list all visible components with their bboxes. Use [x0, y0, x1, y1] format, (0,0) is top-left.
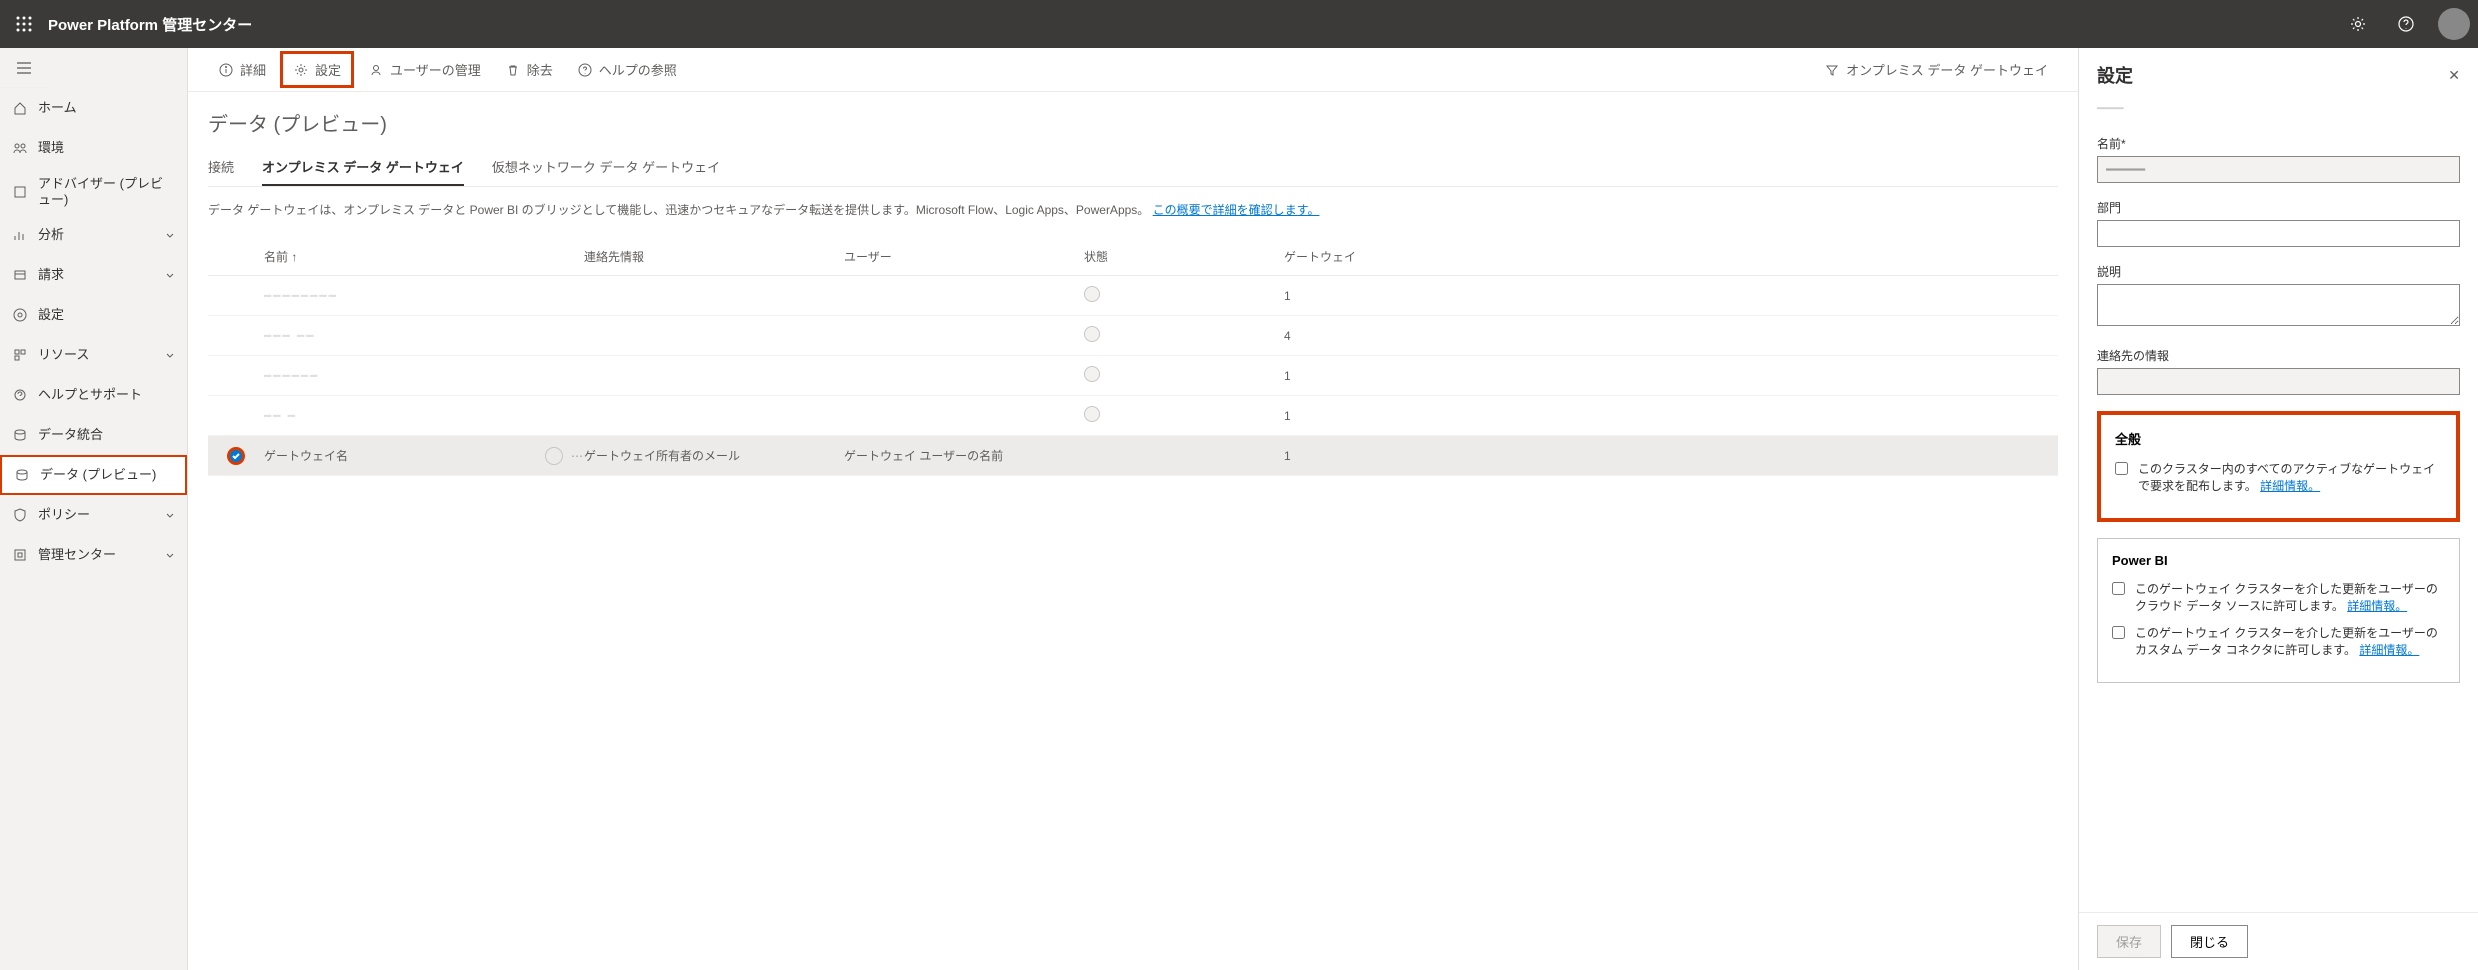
overview-link[interactable]: この概要で詳細を確認します。 [1153, 203, 1320, 217]
main-content: 詳細 設定 ユーザーの管理 除去 ヘルプの参照 オンプレミス デ [188, 48, 2078, 970]
command-bar: 詳細 設定 ユーザーの管理 除去 ヘルプの参照 オンプレミス デ [188, 48, 2078, 92]
sidebar-item-analytics[interactable]: 分析 [0, 215, 187, 255]
help-icon[interactable] [2390, 8, 2422, 40]
state-icon [1084, 406, 1100, 422]
row-selected-icon[interactable] [227, 447, 245, 465]
sidebar-item-admin-centers[interactable]: 管理センター [0, 535, 187, 575]
policy-icon [12, 507, 28, 523]
name-label: 名前* [2097, 135, 2460, 152]
powerbi-section: Power BI このゲートウェイ クラスターを介した更新をユーザーのクラウド … [2097, 538, 2460, 683]
gear-icon [293, 62, 309, 78]
cmd-remove[interactable]: 除去 [495, 54, 563, 85]
table-row[interactable]: ━━ ━ 1 [208, 396, 2058, 436]
filter-icon [1824, 62, 1840, 78]
dept-field[interactable] [2097, 220, 2460, 247]
support-icon [12, 387, 28, 403]
chevron-down-icon [165, 548, 175, 563]
dept-label: 部門 [2097, 199, 2460, 216]
state-icon [1084, 286, 1100, 302]
col-gateway[interactable]: ゲートウェイ [1284, 248, 2058, 265]
gear-icon [12, 307, 28, 323]
cloud-ds-more-link[interactable]: 詳細情報。 [2347, 599, 2407, 613]
sidebar-item-data-preview[interactable]: データ (プレビュー) [0, 455, 187, 495]
avatar[interactable] [2438, 8, 2470, 40]
advisor-icon [12, 184, 28, 200]
page-description: データ ゲートウェイは、オンプレミス データと Power BI のブリッジとし… [208, 201, 2058, 218]
environments-icon [12, 140, 28, 156]
distribute-checkbox[interactable] [2115, 462, 2128, 475]
state-icon [1084, 366, 1100, 382]
home-icon [12, 100, 28, 116]
desc-label: 説明 [2097, 263, 2460, 280]
cmd-details[interactable]: 詳細 [208, 54, 276, 85]
billing-icon [12, 267, 28, 283]
contact-label: 連絡先の情報 [2097, 347, 2460, 364]
chevron-down-icon [165, 348, 175, 363]
table-row[interactable]: ━━━━━━━━ 1 [208, 276, 2058, 316]
col-contact[interactable]: 連絡先情報 [584, 248, 844, 265]
delete-icon [505, 62, 521, 78]
nav-toggle-icon[interactable] [0, 48, 48, 88]
help-icon [577, 62, 593, 78]
contact-field[interactable] [2097, 368, 2460, 395]
sidebar-item-environments[interactable]: 環境 [0, 128, 187, 168]
app-title: Power Platform 管理センター [48, 14, 252, 35]
settings-panel: 設定 ✕ ━━━━ 名前* 部門 説明 連絡先の情報 全般 [2078, 48, 2478, 970]
sidebar-item-advisor[interactable]: アドバイザー (プレビュー) [0, 168, 187, 215]
sidebar-item-data-integration[interactable]: データ統合 [0, 415, 187, 455]
more-icon[interactable]: ⋯ [571, 449, 584, 463]
sidebar: ホーム 環境 アドバイザー (プレビュー) 分析 請求 設定 リソース [0, 48, 188, 970]
chevron-down-icon [165, 268, 175, 283]
sidebar-item-resources[interactable]: リソース [0, 335, 187, 375]
cmd-filter[interactable]: オンプレミス データ ゲートウェイ [1814, 54, 2058, 85]
close-button[interactable]: 閉じる [2171, 925, 2248, 958]
admin-center-icon [12, 547, 28, 563]
table-row[interactable]: ゲートウェイ名 ⋯ ゲートウェイ所有者のメール ゲートウェイ ユーザーの名前 1 [208, 436, 2058, 476]
distribute-more-link[interactable]: 詳細情報。 [2260, 479, 2320, 493]
cloud-ds-checkbox[interactable] [2112, 582, 2125, 595]
top-bar: Power Platform 管理センター [0, 0, 2478, 48]
tab-onprem-gateway[interactable]: オンプレミス データ ゲートウェイ [262, 157, 464, 186]
resources-icon [12, 347, 28, 363]
general-section: 全般 このクラスター内のすべてのアクティブなゲートウェイで要求を配布します。 詳… [2097, 411, 2460, 522]
app-launcher-icon[interactable] [8, 8, 40, 40]
col-name[interactable]: 名前 ↑ [264, 248, 584, 265]
close-icon[interactable]: ✕ [2448, 67, 2460, 84]
table-row[interactable]: ━━━ ━━ 4 [208, 316, 2058, 356]
sidebar-item-help[interactable]: ヘルプとサポート [0, 375, 187, 415]
tabs: 接続 オンプレミス データ ゲートウェイ 仮想ネットワーク データ ゲートウェイ [208, 157, 2058, 187]
tab-connections[interactable]: 接続 [208, 157, 234, 186]
table-row[interactable]: ━━━━━━ 1 [208, 356, 2058, 396]
users-icon [368, 62, 384, 78]
cmd-settings[interactable]: 設定 [280, 51, 354, 88]
state-icon [1084, 326, 1100, 342]
data-integration-icon [12, 427, 28, 443]
col-state[interactable]: 状態 [1084, 248, 1284, 265]
row-radio-icon[interactable] [545, 447, 563, 465]
save-button[interactable]: 保存 [2097, 925, 2161, 958]
sidebar-item-home[interactable]: ホーム [0, 88, 187, 128]
name-field[interactable] [2097, 156, 2460, 183]
sidebar-item-settings[interactable]: 設定 [0, 295, 187, 335]
page-title: データ (プレビュー) [208, 108, 2058, 137]
sidebar-item-policy[interactable]: ポリシー [0, 495, 187, 535]
chevron-down-icon [165, 228, 175, 243]
chevron-down-icon [165, 508, 175, 523]
panel-title: 設定 [2097, 62, 2133, 88]
desc-field[interactable] [2097, 284, 2460, 326]
cmd-get-help[interactable]: ヘルプの参照 [567, 54, 687, 85]
info-icon [218, 62, 234, 78]
settings-icon[interactable] [2342, 8, 2374, 40]
sidebar-item-billing[interactable]: 請求 [0, 255, 187, 295]
data-icon [14, 467, 30, 483]
col-user[interactable]: ユーザー [844, 248, 1084, 265]
analytics-icon [12, 227, 28, 243]
custom-connector-more-link[interactable]: 詳細情報。 [2359, 643, 2419, 657]
table-header: 名前 ↑ 連絡先情報 ユーザー 状態 ゲートウェイ [208, 238, 2058, 276]
tab-vnet-gateway[interactable]: 仮想ネットワーク データ ゲートウェイ [492, 157, 720, 186]
cmd-manage-users[interactable]: ユーザーの管理 [358, 54, 491, 85]
custom-connector-checkbox[interactable] [2112, 626, 2125, 639]
